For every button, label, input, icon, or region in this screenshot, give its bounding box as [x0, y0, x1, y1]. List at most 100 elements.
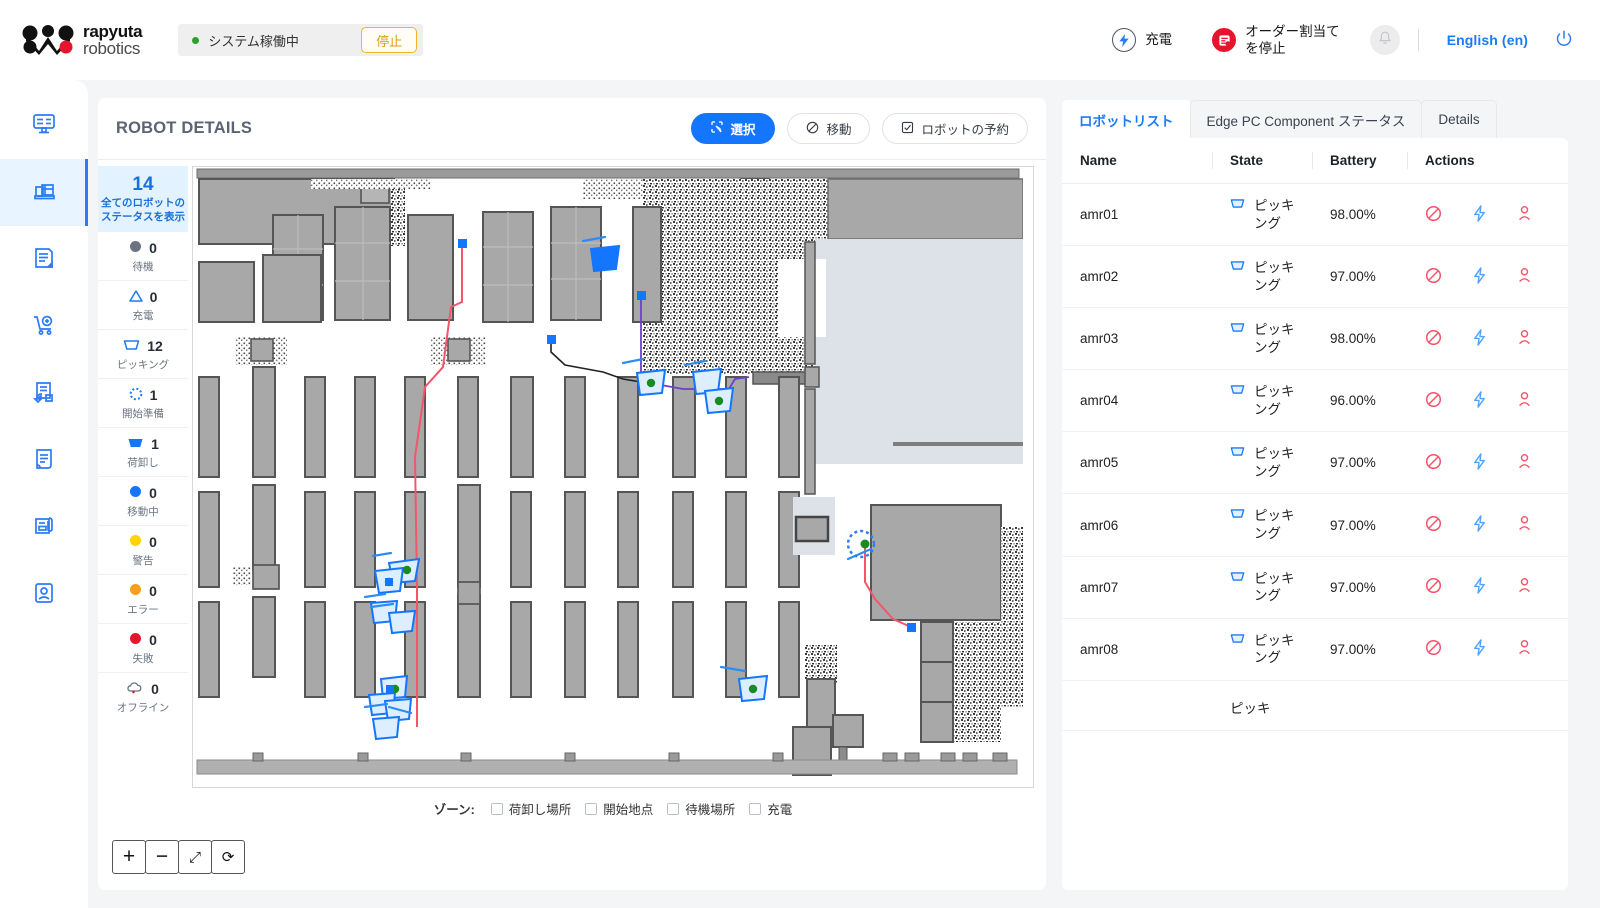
status-row-warning[interactable]: 0 警告 — [98, 526, 188, 576]
status-row-error[interactable]: 0 エラー — [98, 575, 188, 625]
table-row[interactable]: amr04 ピッキング 96.00% — [1062, 369, 1568, 433]
status-label: 移動中 — [127, 506, 159, 519]
status-row-offline[interactable]: 0 オフライン — [98, 673, 188, 721]
sidebar-item-returns[interactable] — [0, 360, 88, 427]
status-row-charging[interactable]: 0 充電 — [98, 281, 188, 331]
status-label: ピッキング — [116, 359, 170, 372]
checkbox-icon[interactable] — [749, 802, 762, 815]
status-count: 0 — [149, 632, 157, 649]
zone-checkbox-start[interactable]: 開始地点 — [585, 799, 653, 818]
block-icon[interactable] — [1425, 453, 1442, 473]
checkbox-icon[interactable] — [490, 802, 503, 815]
sidebar-item-new-order[interactable] — [0, 293, 88, 360]
sidebar-item-dashboard[interactable] — [0, 92, 88, 159]
charge-bolt-icon[interactable] — [1472, 328, 1487, 349]
robot-state-cell: ピッキング — [1212, 431, 1312, 495]
move-button[interactable]: 移動 — [787, 113, 871, 144]
status-all-robots[interactable]: 14 全てのロボットの ステータスを表示 — [98, 166, 188, 233]
column-battery[interactable]: Battery — [1312, 138, 1407, 184]
charge-bolt-icon[interactable] — [1472, 204, 1487, 225]
status-row-moving[interactable]: 0 移動中 — [98, 477, 188, 527]
sidebar-item-users[interactable] — [0, 561, 88, 628]
robot-name: amr01 — [1062, 183, 1212, 247]
column-state[interactable]: State — [1212, 138, 1312, 184]
order-stop-action[interactable]: オーダー割当て を停止 — [1192, 23, 1360, 58]
tab-details[interactable]: Details — [1421, 100, 1497, 138]
map-body: 14 全てのロボットの ステータスを表示 0 待機 0 充電 12 ピッキング … — [98, 160, 1046, 818]
block-icon[interactable] — [1425, 267, 1442, 287]
table-row[interactable]: amr05 ピッキング 97.00% — [1062, 431, 1568, 495]
robot-actions — [1407, 307, 1568, 371]
column-name[interactable]: Name — [1062, 138, 1212, 184]
charge-bolt-icon[interactable] — [1472, 515, 1487, 535]
zoom-out-button[interactable]: − — [145, 840, 179, 874]
table-row[interactable]: amr07 ピッキング 97.00% — [1062, 556, 1568, 619]
status-row-idle[interactable]: 0 待機 — [98, 232, 188, 282]
tab-robot-list[interactable]: ロボットリスト — [1062, 100, 1191, 138]
block-icon[interactable] — [1425, 391, 1442, 411]
warehouse-map[interactable] — [192, 166, 1034, 788]
checkbox-check-icon — [901, 121, 914, 137]
select-button[interactable]: 選択 — [691, 113, 776, 144]
charge-bolt-icon[interactable] — [1472, 453, 1487, 473]
table-row[interactable]: amr06 ピッキング 97.00% — [1062, 493, 1568, 557]
charge-bolt-icon[interactable] — [1472, 577, 1487, 597]
table-row[interactable]: amr01 ピッキング 98.00% — [1062, 183, 1568, 247]
user-card-icon — [29, 578, 59, 611]
table-row-partial[interactable]: ピッキ — [1062, 680, 1568, 731]
status-row-preparing[interactable]: 1 開始準備 — [98, 379, 188, 429]
page-title: ROBOT DETAILS — [116, 119, 253, 137]
status-row-failed[interactable]: 0 失敗 — [98, 624, 188, 674]
person-icon[interactable] — [1517, 205, 1532, 225]
checkbox-icon[interactable] — [667, 802, 680, 815]
tab-edge-pc-status[interactable]: Edge PC Component ステータス — [1189, 100, 1423, 138]
power-button[interactable] — [1548, 29, 1578, 52]
stop-button[interactable]: 停止 — [361, 27, 418, 53]
sidebar-item-robots[interactable] — [0, 159, 88, 226]
checkbox-icon[interactable] — [585, 802, 598, 815]
block-icon[interactable] — [1425, 515, 1442, 535]
charge-bolt-icon[interactable] — [1472, 639, 1487, 659]
language-selector[interactable]: English (en) — [1427, 32, 1548, 48]
sidebar-item-reports[interactable] — [0, 427, 88, 494]
reserve-robot-button[interactable]: ロボットの予約 — [882, 113, 1028, 144]
reset-view-button[interactable]: ⟳ — [211, 840, 245, 874]
block-icon[interactable] — [1425, 577, 1442, 597]
person-icon[interactable] — [1517, 639, 1532, 659]
status-all-label-1: 全てのロボットの — [101, 197, 185, 210]
table-row[interactable]: amr08 ピッキング 97.00% — [1062, 618, 1568, 681]
table-row[interactable]: amr02 ピッキング 97.00% — [1062, 245, 1568, 309]
person-icon[interactable] — [1517, 453, 1532, 473]
fit-screen-button[interactable]: ⤢ — [178, 840, 212, 874]
sidebar-item-orders-edit[interactable] — [0, 226, 88, 293]
robot-name: amr08 — [1062, 618, 1212, 681]
status-row-picking[interactable]: 12 ピッキング — [98, 330, 188, 380]
status-label: 待機 — [132, 261, 154, 274]
person-icon[interactable] — [1517, 515, 1532, 535]
person-icon[interactable] — [1517, 329, 1532, 349]
zoom-in-button[interactable]: + — [112, 840, 146, 874]
bin-filled-icon — [127, 437, 144, 452]
move-icon — [806, 121, 819, 137]
person-icon[interactable] — [1517, 267, 1532, 287]
notifications-button[interactable] — [1369, 25, 1400, 55]
status-row-unloading[interactable]: 1 荷卸し — [98, 428, 188, 478]
table-row[interactable]: amr03 ピッキング 98.00% — [1062, 307, 1568, 371]
app-header: rapyuta robotics システム稼働中 停止 充電 オーダー割当て を… — [0, 0, 1600, 80]
person-icon[interactable] — [1517, 577, 1532, 597]
charge-bolt-icon[interactable] — [1472, 266, 1487, 287]
zone-checkbox-unloading[interactable]: 荷卸し場所 — [490, 799, 571, 818]
block-icon[interactable] — [1425, 329, 1442, 349]
block-icon[interactable] — [1425, 205, 1442, 225]
block-icon[interactable] — [1425, 639, 1442, 659]
robot-battery-partial — [1312, 680, 1407, 731]
person-icon[interactable] — [1517, 391, 1532, 411]
robot-status-summary: 14 全てのロボットの ステータスを表示 0 待機 0 充電 12 ピッキング … — [98, 166, 188, 818]
zone-checkbox-standby[interactable]: 待機場所 — [667, 799, 735, 818]
charge-bolt-icon[interactable] — [1472, 391, 1487, 411]
charge-action[interactable]: 充電 — [1092, 28, 1192, 52]
column-actions[interactable]: Actions — [1407, 138, 1568, 184]
sidebar-item-attachments[interactable] — [0, 494, 88, 561]
zone-checkbox-charge[interactable]: 充電 — [749, 799, 792, 818]
charge-bolt-icon — [1112, 28, 1137, 52]
